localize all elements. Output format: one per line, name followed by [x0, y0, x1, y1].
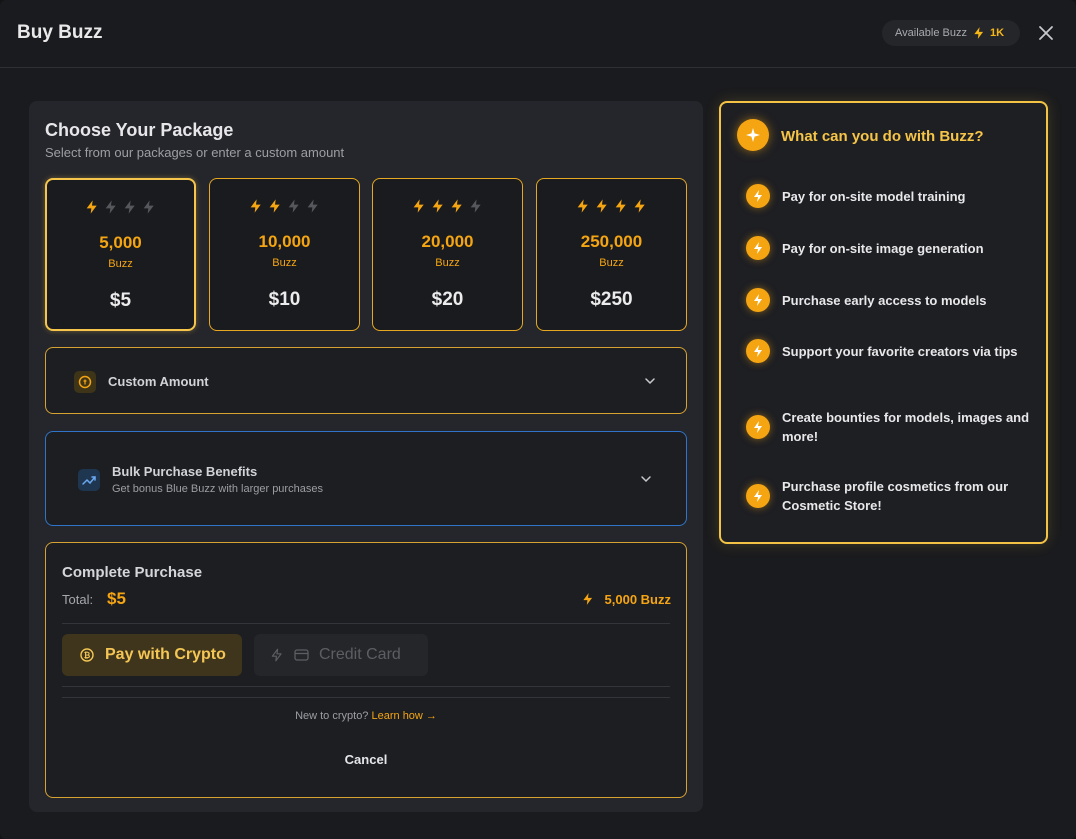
benefit-text: Purchase profile cosmetics from our Cosm…	[782, 479, 1009, 513]
bulk-benefits-accordion[interactable]: Bulk Purchase Benefits Get bonus Blue Bu…	[45, 431, 687, 526]
pay-with-crypto-label: Pay with Crypto	[105, 646, 226, 663]
divider	[62, 623, 670, 624]
package-panel: Choose Your Package Select from our pack…	[29, 101, 703, 812]
package-amount: 10,000	[258, 232, 311, 251]
lightning-icon-empty	[307, 199, 318, 213]
bolt-rating	[373, 197, 522, 215]
svg-text:₿: ₿	[84, 651, 91, 660]
lightning-icon-filled	[634, 199, 645, 213]
lightning-icon-filled	[596, 199, 607, 213]
package-unit: Buzz	[599, 257, 624, 269]
package-amount: 250,000	[580, 232, 643, 251]
package-unit: Buzz	[108, 258, 133, 270]
benefit-text: Pay for on-site image generation	[782, 240, 984, 256]
benefit-item: Purchase early access to models	[746, 288, 1036, 312]
complete-purchase-panel: Complete Purchase Total: $5 5,000 Buzz ₿…	[45, 542, 687, 798]
buzz-amount-summary: 5,000 Buzz	[581, 591, 671, 607]
bolt-rating	[537, 197, 686, 215]
coin-icon	[74, 371, 96, 393]
lightning-icon	[746, 288, 770, 312]
divider	[62, 697, 670, 698]
divider	[62, 686, 670, 687]
lightning-icon-filled	[269, 199, 280, 213]
credit-card-button[interactable]: Credit Card	[254, 634, 428, 676]
new-to-crypto-text: New to crypto?	[295, 710, 369, 722]
available-buzz-label: Available Buzz	[895, 27, 967, 39]
lightning-icon-empty	[143, 200, 154, 214]
bulk-benefits-sublabel: Get bonus Blue Buzz with larger purchase…	[112, 483, 323, 495]
package-unit: Buzz	[272, 257, 297, 269]
benefit-text: Support your favorite creators via tips	[782, 343, 1018, 359]
bulk-benefits-label: Bulk Purchase Benefits	[112, 464, 258, 479]
buzz-uses-title: What can you do with Buzz?	[781, 128, 984, 145]
custom-amount-accordion[interactable]: Custom Amount	[45, 347, 687, 414]
package-price: $10	[268, 289, 301, 310]
package-card-5000[interactable]: 5,000 Buzz $5	[45, 178, 196, 331]
modal-title: Buy Buzz	[17, 22, 103, 43]
benefit-item: Purchase profile cosmetics from our Cosm…	[746, 477, 1036, 515]
benefit-text: Purchase early access to models	[782, 292, 987, 308]
package-card-250000[interactable]: 250,000 Buzz $250	[536, 178, 687, 331]
section-title: Choose Your Package	[45, 120, 234, 140]
learn-how-link[interactable]: Learn how →	[372, 710, 437, 722]
lightning-icon	[582, 593, 592, 605]
lightning-icon-empty	[288, 199, 299, 213]
lightning-icon-filled	[250, 199, 261, 213]
bolt-rating	[210, 197, 359, 215]
package-card-10000[interactable]: 10,000 Buzz $10	[209, 178, 360, 331]
bolt-rating	[47, 198, 194, 216]
lightning-icon-filled	[577, 199, 588, 213]
chevron-down-icon[interactable]	[639, 472, 653, 486]
sparkle-icon	[737, 119, 769, 151]
lightning-icon-filled	[413, 199, 424, 213]
section-subtitle: Select from our packages or enter a cust…	[45, 145, 345, 160]
available-buzz-badge: Available Buzz 1K	[882, 20, 1020, 46]
close-icon[interactable]	[1036, 23, 1056, 43]
package-price: $5	[109, 290, 132, 311]
lightning-icon-empty	[470, 199, 481, 213]
buzz-uses-panel: What can you do with Buzz? Pay for on-si…	[719, 101, 1048, 544]
benefit-text: Create bounties for models, images and m…	[782, 410, 1030, 444]
lightning-icon-filled	[615, 199, 626, 213]
buy-buzz-modal: Buy Buzz Available Buzz 1K Choose Your P…	[0, 0, 1076, 839]
package-price: $250	[590, 289, 633, 310]
credit-card-label: Credit Card	[319, 646, 401, 663]
lightning-icon	[746, 236, 770, 260]
trend-up-icon	[78, 469, 100, 491]
lightning-icon	[746, 184, 770, 208]
custom-amount-label: Custom Amount	[108, 374, 209, 389]
lightning-icon	[746, 415, 770, 439]
package-amount: 20,000	[421, 232, 474, 251]
total-value: $5	[107, 589, 126, 608]
new-to-crypto-hint: New to crypto? Learn how →	[46, 710, 686, 722]
lightning-icon-empty	[124, 200, 135, 214]
cancel-button[interactable]: Cancel	[316, 752, 416, 767]
benefit-item: Pay for on-site image generation	[746, 236, 1036, 260]
buzz-amount: 5,000 Buzz	[604, 591, 671, 607]
lightning-icon	[974, 27, 984, 39]
benefit-item: Support your favorite creators via tips	[746, 339, 1036, 363]
package-price: $20	[431, 289, 464, 310]
lightning-icon	[746, 484, 770, 508]
credit-card-icon	[294, 649, 309, 661]
package-amount: 5,000	[99, 233, 142, 252]
package-card-20000[interactable]: 20,000 Buzz $20	[372, 178, 523, 331]
pay-with-crypto-button[interactable]: ₿ Pay with Crypto	[62, 634, 242, 676]
chevron-down-icon[interactable]	[643, 374, 657, 388]
total-label: Total:	[62, 592, 94, 607]
lightning-icon-filled	[451, 199, 462, 213]
benefit-item: Create bounties for models, images and m…	[746, 408, 1036, 446]
lightning-icon-filled	[86, 200, 97, 214]
modal-header: Buy Buzz Available Buzz 1K	[0, 0, 1076, 68]
benefit-text: Pay for on-site model training	[782, 188, 966, 204]
purchase-title: Complete Purchase	[62, 564, 203, 581]
available-buzz-amount: 1K	[989, 27, 1005, 39]
package-unit: Buzz	[435, 257, 460, 269]
benefit-item: Pay for on-site model training	[746, 184, 1036, 208]
bitcoin-icon: ₿	[80, 648, 94, 662]
lightning-icon-empty	[105, 200, 116, 214]
lightning-icon-filled	[432, 199, 443, 213]
lightning-icon	[746, 339, 770, 363]
lightning-icon	[271, 648, 282, 662]
